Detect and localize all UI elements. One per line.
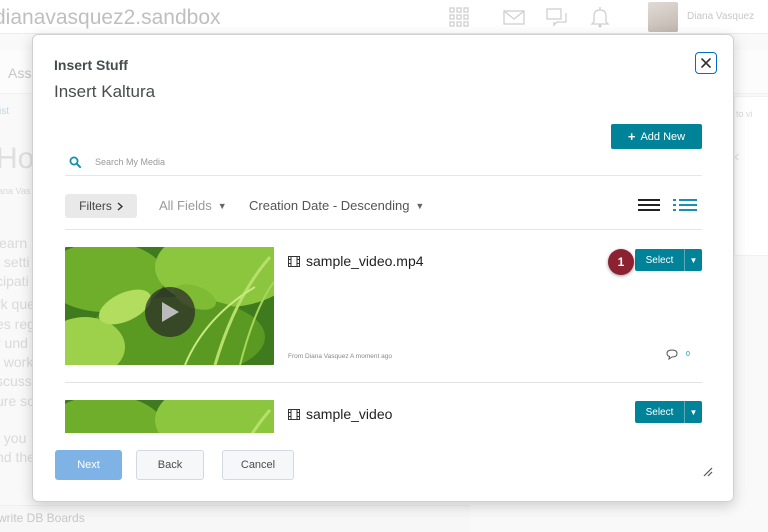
dialog-subtitle: Insert Kaltura (54, 82, 156, 101)
search-bar (65, 148, 702, 176)
step-badge: 1 (608, 249, 634, 275)
comments-link[interactable]: 0 (666, 349, 690, 360)
entry-title-text: sample_video.mp4 (306, 253, 424, 269)
chevron-down-icon[interactable]: ▼ (685, 249, 702, 271)
close-button[interactable] (695, 52, 717, 74)
play-icon[interactable] (145, 287, 195, 337)
back-button[interactable]: Back (136, 450, 204, 480)
close-icon (701, 58, 711, 68)
sort-dropdown[interactable]: Creation Date - Descending ▼ (249, 198, 424, 213)
entry-title[interactable]: sample_video.mp4 (288, 253, 424, 269)
chevron-down-icon: ▼ (415, 200, 425, 211)
sort-label: Creation Date - Descending (249, 198, 410, 213)
filters-button[interactable]: Filters (65, 194, 137, 218)
chevron-down-icon: ▼ (217, 200, 227, 211)
select-button-label[interactable]: Select (635, 249, 685, 271)
next-button[interactable]: Next (55, 450, 122, 480)
select-button-label[interactable]: Select (635, 401, 685, 423)
chevron-right-icon (117, 201, 123, 211)
video-file-icon (288, 255, 300, 267)
entry-meta: From Diana Vasquez A moment ago (288, 353, 392, 360)
filter-bar: Filters All Fields ▼ Creation Date - Des… (65, 194, 702, 230)
comment-icon (666, 349, 678, 360)
fields-filter-dropdown[interactable]: All Fields ▼ (159, 198, 227, 213)
video-file-icon (288, 408, 300, 420)
add-new-label: Add New (640, 130, 686, 143)
search-icon[interactable] (69, 156, 81, 168)
chevron-down-icon[interactable]: ▼ (685, 401, 702, 423)
video-thumbnail[interactable] (65, 247, 274, 365)
add-new-button[interactable]: + Add New (611, 124, 702, 149)
dialog-footer: Next Back Cancel (33, 433, 733, 501)
comment-count: 0 (686, 351, 690, 358)
entry-title[interactable]: sample_video (288, 406, 392, 422)
search-input[interactable] (95, 154, 495, 170)
leaf-thumbnail-image (65, 400, 274, 433)
entry-title-text: sample_video (306, 406, 393, 422)
list-view-icon[interactable] (638, 197, 660, 213)
media-entry: sample_video Select ▼ (65, 400, 702, 433)
select-button[interactable]: Select ▼ (635, 249, 702, 271)
fields-filter-label: All Fields (159, 198, 212, 213)
play-triangle-icon (162, 302, 179, 322)
resize-handle-icon[interactable] (703, 467, 713, 477)
dialog-title: Insert Stuff (54, 57, 128, 73)
video-thumbnail[interactable] (65, 400, 274, 433)
media-entry: sample_video.mp4 From Diana Vasquez A mo… (65, 247, 702, 383)
cancel-button[interactable]: Cancel (222, 450, 294, 480)
media-scroll-area[interactable]: + Add New Filters All Fields ▼ Creati (33, 115, 733, 433)
select-button[interactable]: Select ▼ (635, 401, 702, 423)
filters-label: Filters (79, 199, 112, 213)
plus-icon: + (627, 129, 636, 144)
detailed-view-icon[interactable] (673, 197, 697, 213)
